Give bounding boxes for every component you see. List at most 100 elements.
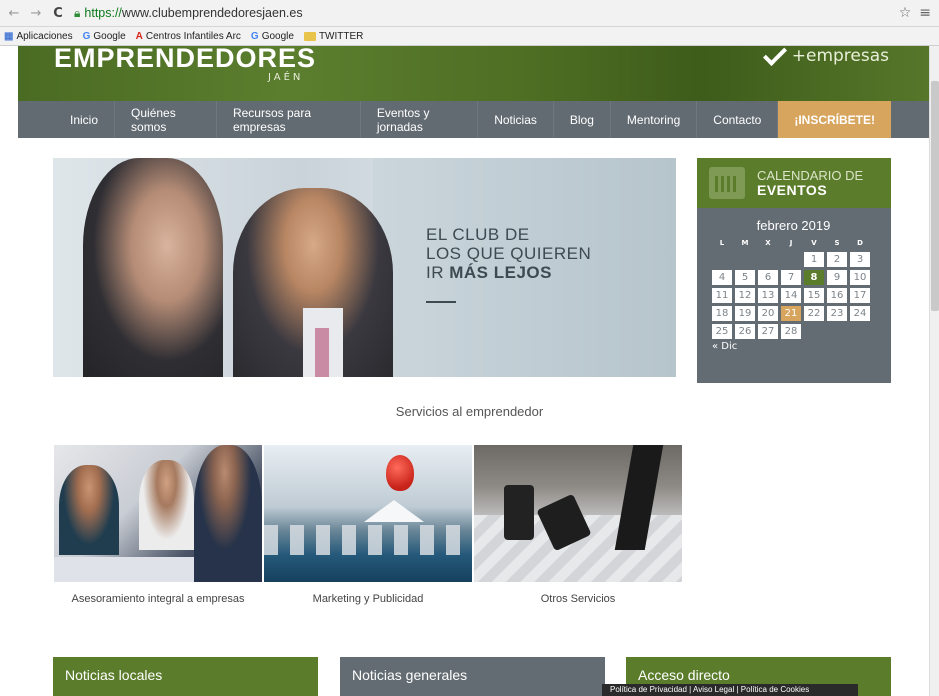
calendar-day: 24: [850, 306, 870, 321]
nav-item-blog[interactable]: Blog: [554, 101, 611, 138]
star-icon[interactable]: ☆: [899, 5, 912, 21]
calendar-prev-link[interactable]: « Dic: [712, 341, 875, 352]
back-icon[interactable]: ←: [6, 5, 22, 21]
calendar-day: 25: [712, 324, 732, 339]
calendar-day: 27: [758, 324, 778, 339]
bookmark-apps[interactable]: ▦ Aplicaciones: [4, 31, 73, 42]
site-header: EMPRENDEDORES JAÉN +empresas: [18, 46, 929, 101]
calendar-day: 17: [850, 288, 870, 303]
nav-item-noticias[interactable]: Noticias: [478, 101, 554, 138]
calendar-day: 4: [712, 270, 732, 285]
bookmark-label: Google: [261, 30, 294, 42]
hero-tie: [315, 328, 329, 377]
suitcase-icon: [504, 485, 534, 540]
calendar-title-small: CALENDARIO DE: [757, 168, 864, 183]
service-label-otros[interactable]: Otros Servicios: [463, 593, 693, 605]
scrollbar[interactable]: [929, 46, 939, 696]
service-label-marketing[interactable]: Marketing y Publicidad: [253, 593, 483, 605]
adobe-icon: A: [135, 30, 143, 42]
calendar-day[interactable]: 8: [804, 270, 824, 285]
bookmark-google[interactable]: G Google: [83, 31, 126, 42]
bookmark-label: Aplicaciones: [16, 30, 73, 42]
calendar-day: 20: [758, 306, 778, 321]
calendar-day: 23: [827, 306, 847, 321]
hero-headline: EL CLUB DE LOS QUE QUIEREN IR MÁS LEJOS: [426, 225, 591, 282]
calendar-day: 6: [758, 270, 778, 285]
calendar-day: 26: [735, 324, 755, 339]
hero-person-woman: [83, 158, 223, 377]
url-host: www.clubemprendedoresjaen.es: [121, 6, 303, 20]
calendar-icon: [709, 167, 745, 199]
hero-divider: [426, 301, 456, 303]
url-field[interactable]: https://www.clubemprendedoresjaen.es: [84, 6, 302, 20]
site-logo-subtitle: JAÉN: [268, 72, 304, 83]
calendar-day: 9: [827, 270, 847, 285]
image-person: [59, 465, 119, 555]
calendar-day: 22: [804, 306, 824, 321]
box-noticias-locales[interactable]: Noticias locales: [53, 657, 318, 696]
calendar-day: 7: [781, 270, 801, 285]
service-label-asesoramiento[interactable]: Asesoramiento integral a empresas: [43, 593, 273, 605]
calendar-blank: [735, 252, 755, 267]
paper-boat-icon: [364, 500, 424, 522]
nav-item-mentoring[interactable]: Mentoring: [611, 101, 698, 138]
main-nav: Inicio Quiénes somos Recursos para empre…: [18, 101, 929, 138]
paper-boats: [264, 525, 472, 555]
bookmark-twitter[interactable]: TWITTER: [303, 30, 364, 42]
calendar-day: 5: [735, 270, 755, 285]
nav-item-eventos[interactable]: Eventos y jornadas: [361, 101, 479, 138]
image-person: [139, 460, 194, 550]
calendar-title: CALENDARIO DE EVENTOS: [757, 168, 863, 198]
calendar-day: 16: [827, 288, 847, 303]
calendar-day: 3: [850, 252, 870, 267]
forward-icon[interactable]: →: [28, 5, 44, 21]
hero-line-2: LOS QUE QUIEREN: [426, 244, 592, 263]
calendar-month: febrero 2019: [756, 218, 831, 233]
bookmark-google-2[interactable]: G Google: [251, 31, 294, 42]
calendar-title-bold: EVENTOS: [757, 182, 828, 198]
bookmark-label: TWITTER: [318, 30, 364, 42]
hero-line-3-bold: MÁS LEJOS: [449, 263, 552, 282]
calendar-day: 15: [804, 288, 824, 303]
scrollbar-thumb[interactable]: [931, 81, 939, 311]
calendar-day: 10: [850, 270, 870, 285]
service-image-otros[interactable]: [474, 445, 682, 582]
nav-item-inicio[interactable]: Inicio: [54, 101, 116, 138]
calendar-day: 13: [758, 288, 778, 303]
menu-icon[interactable]: ≡: [919, 5, 931, 21]
calendar-day: 12: [735, 288, 755, 303]
calendar-blank: [712, 252, 732, 267]
cookie-bar[interactable]: Política de Privacidad | Aviso Legal | P…: [602, 684, 858, 696]
site-logo[interactable]: EMPRENDEDORES: [54, 46, 316, 72]
calendar-weekday: X: [765, 239, 771, 247]
calendar-weekday: D: [857, 239, 863, 247]
reload-icon[interactable]: C: [50, 5, 66, 21]
calendar-grid: L M X J V S D 1 2 3 4 5 6 7 8 9 10 11 12 13 14 15 16 17 18 19 20 21…: [712, 237, 875, 339]
hero-line-1: EL CLUB DE: [426, 225, 530, 244]
calendar-weekday: V: [811, 239, 817, 247]
calendar-day: 14: [781, 288, 801, 303]
browser-address-bar: ← → C 🔒︎ https://www.clubemprendedoresja…: [0, 0, 939, 27]
nav-item-recursos[interactable]: Recursos para empresas: [217, 101, 361, 138]
folder-icon: [303, 31, 316, 41]
apps-icon: ▦: [4, 30, 14, 42]
box-noticias-generales[interactable]: Noticias generales: [340, 657, 605, 696]
service-image-marketing[interactable]: [264, 445, 472, 582]
signup-button[interactable]: ¡INSCRÍBETE!: [778, 101, 891, 138]
calendar-weekday: S: [834, 239, 840, 247]
google-icon: G: [250, 30, 259, 42]
services-title: Servicios al emprendedor: [395, 404, 544, 419]
nav-item-quienes-somos[interactable]: Quiénes somos: [115, 101, 217, 138]
lock-icon: 🔒︎: [74, 5, 81, 20]
calendar-day: 28: [781, 324, 801, 339]
image-person: [194, 445, 262, 582]
bookmark-centros[interactable]: A Centros Infantiles Arc: [136, 31, 241, 42]
calendar-day: 11: [712, 288, 732, 303]
calendar-day: 21: [781, 306, 801, 321]
service-image-asesoramiento[interactable]: [54, 445, 262, 582]
bookmark-label: Google: [93, 30, 126, 42]
calendar-weekday: M: [741, 239, 749, 247]
calendar-day: 2: [827, 252, 847, 267]
nav-item-contacto[interactable]: Contacto: [697, 101, 779, 138]
calendar-day: 1: [804, 252, 824, 267]
